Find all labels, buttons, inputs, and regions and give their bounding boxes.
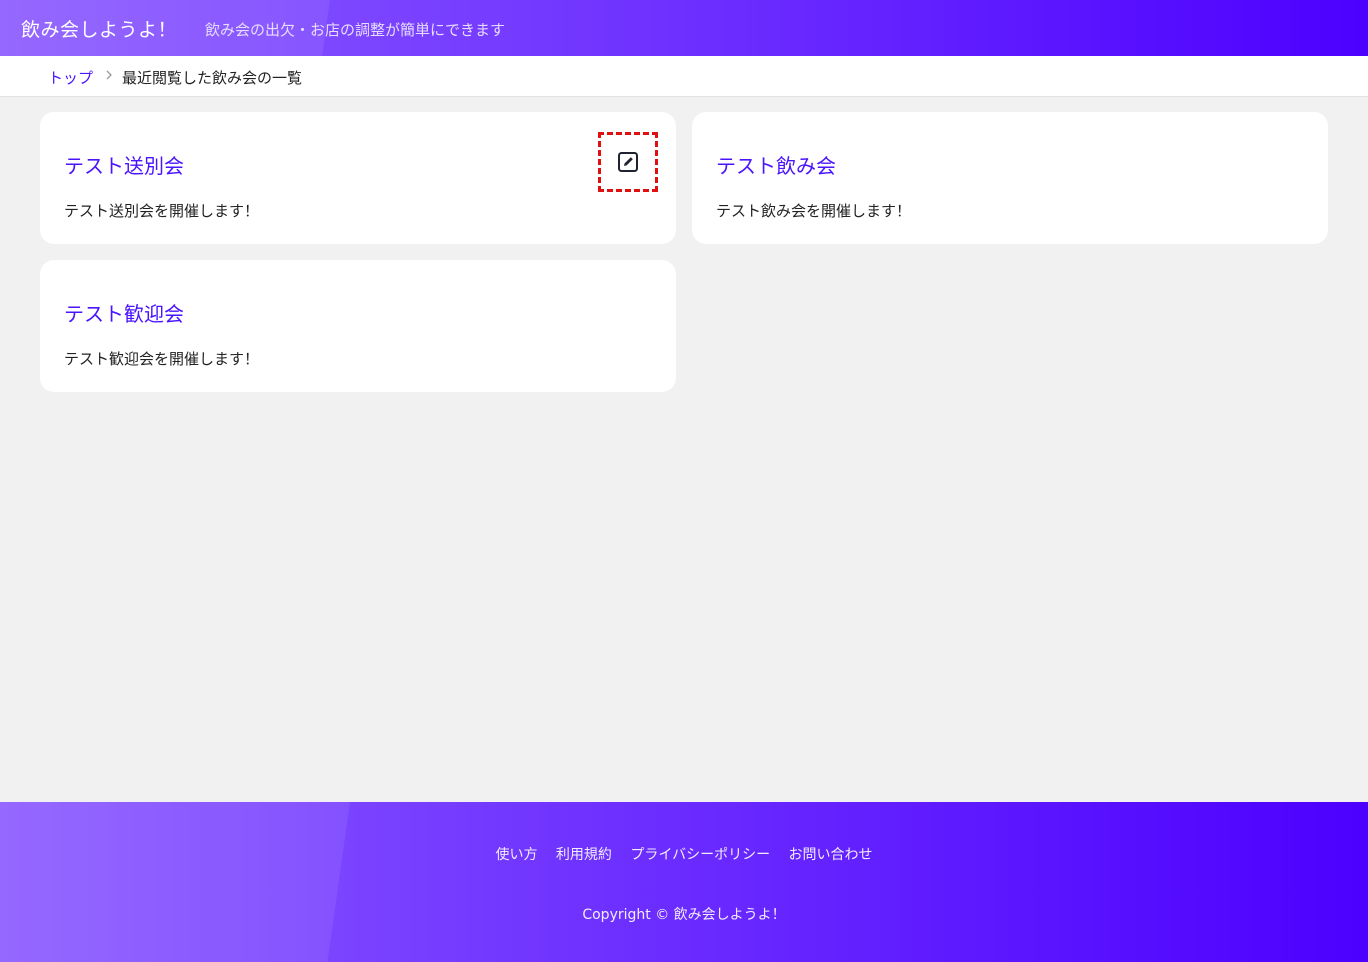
breadcrumb-current: 最近閲覧した飲み会の一覧 <box>122 69 303 87</box>
event-card-description: テスト送別会を開催します！ <box>64 202 260 220</box>
event-card-title[interactable]: テスト飲み会 <box>716 150 836 179</box>
site-header: 飲み会しようよ！ 飲み会の出欠・お店の調整が簡単にできます <box>0 0 1368 56</box>
page: 飲み会しようよ！ 飲み会の出欠・お店の調整が簡単にできます トップ 最近閲覧した… <box>0 0 1368 962</box>
event-card: テスト歓迎会 テスト歓迎会を開催します！ <box>40 260 676 392</box>
breadcrumb-top-link[interactable]: トップ <box>48 67 93 88</box>
footer-link-privacy[interactable]: プライバシーポリシー <box>630 847 770 863</box>
event-card-title[interactable]: テスト歓迎会 <box>64 298 184 327</box>
event-card-description: テスト歓迎会を開催します！ <box>64 350 260 368</box>
event-card-description: テスト飲み会を開催します！ <box>716 202 912 220</box>
site-title[interactable]: 飲み会しようよ！ <box>21 15 177 42</box>
event-card: テスト飲み会 テスト飲み会を開催します！ <box>692 112 1328 244</box>
edit-button[interactable] <box>598 132 658 192</box>
event-card-title[interactable]: テスト送別会 <box>64 150 184 179</box>
site-footer: 使い方 利用規約 プライバシーポリシー お問い合わせ Copyright © 飲… <box>0 802 1368 962</box>
site-tagline: 飲み会の出欠・お店の調整が簡単にできます <box>205 21 506 39</box>
copyright-text: Copyright © 飲み会しようよ！ <box>582 907 786 923</box>
edit-square-pencil-icon <box>618 152 638 172</box>
event-card: テスト送別会 テスト送別会を開催します！ <box>40 112 676 244</box>
footer-link-terms[interactable]: 利用規約 <box>556 847 612 863</box>
chevron-right-icon <box>106 70 112 80</box>
breadcrumb: トップ 最近閲覧した飲み会の一覧 <box>0 56 1368 97</box>
footer-links: 使い方 利用規約 プライバシーポリシー お問い合わせ <box>0 844 1368 864</box>
footer-link-contact[interactable]: お問い合わせ <box>789 847 873 863</box>
footer-link-usage[interactable]: 使い方 <box>495 847 537 863</box>
